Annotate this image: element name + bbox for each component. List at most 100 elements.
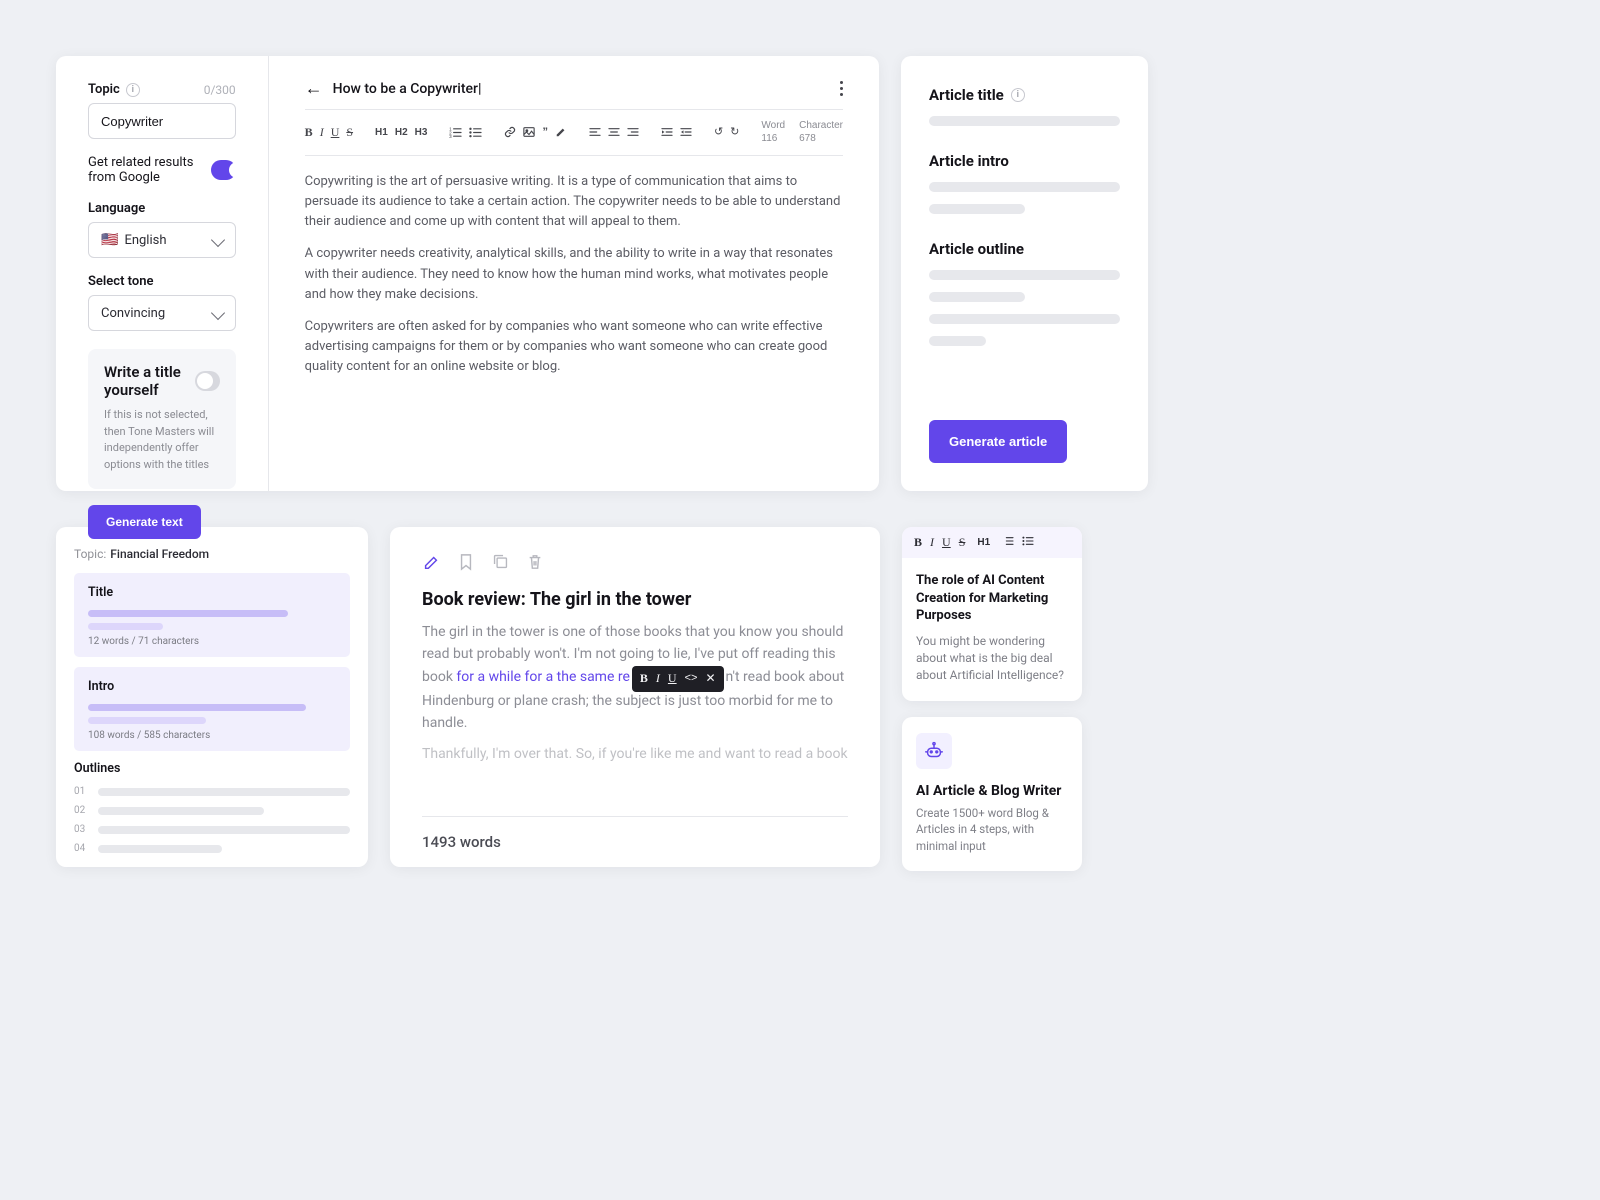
skeleton-bar [88, 704, 306, 711]
underline-icon[interactable]: U [331, 126, 340, 138]
insert-group: ” [504, 126, 567, 138]
pencil-icon[interactable] [422, 553, 440, 575]
indent-icon[interactable] [661, 127, 673, 137]
more-icon[interactable] [840, 81, 843, 96]
outdent-icon[interactable] [680, 127, 692, 137]
inline-format-toolbar[interactable]: B I U <> ✕ [632, 666, 724, 692]
code-icon[interactable]: <> [685, 670, 698, 687]
tool-card[interactable]: AI Article & Blog Writer Create 1500+ wo… [902, 717, 1082, 871]
underline-icon[interactable]: U [668, 669, 677, 688]
suggestion-title: The role of AI Content Creation for Mark… [916, 572, 1068, 625]
skeleton-bar [929, 336, 986, 346]
outline-row: 04 [74, 843, 350, 854]
align-left-icon[interactable] [589, 127, 601, 137]
outline-row: 02 [74, 805, 350, 816]
editor-body[interactable]: Copywriting is the art of persuasive wri… [305, 156, 843, 377]
title-option-toggle[interactable] [195, 371, 219, 391]
align-center-icon[interactable] [608, 127, 620, 137]
skeleton-bar [929, 270, 1120, 280]
h3-icon[interactable]: H3 [415, 127, 428, 138]
title-option-heading: Write a title yourself [104, 363, 195, 399]
trash-icon[interactable] [527, 553, 543, 575]
generator-card: Topic i 0/300 Get related results from G… [56, 56, 879, 491]
skeleton-bar [88, 623, 163, 630]
editor-toolbar: B I U S H1 H2 H3 123 [305, 110, 843, 156]
chevron-down-icon [211, 306, 225, 320]
strike-icon[interactable]: S [959, 535, 966, 550]
bold-icon[interactable]: B [305, 126, 313, 138]
skeleton-bar [88, 610, 288, 617]
ordered-list-icon[interactable] [1002, 535, 1014, 550]
language-label: Language [88, 201, 236, 216]
flag-icon: 🇺🇸 [101, 232, 118, 248]
svg-text:3: 3 [450, 134, 453, 138]
topic-counter: 0/300 [204, 83, 236, 97]
h1-icon[interactable]: H1 [977, 537, 990, 548]
bullet-list-icon[interactable] [1022, 535, 1034, 550]
highlighted-text: for a while for a the same re [456, 669, 630, 685]
text-style-group: B I U S [305, 126, 353, 138]
google-toggle[interactable] [211, 160, 236, 180]
document-tools [422, 553, 848, 575]
indent-group [661, 127, 692, 137]
bold-icon[interactable]: B [914, 535, 922, 550]
copy-icon[interactable] [492, 553, 509, 575]
editor-title[interactable]: How to be a Copywriter [333, 81, 478, 97]
bullet-list-icon[interactable] [469, 127, 482, 138]
skeleton-bar [929, 182, 1120, 192]
heading-group: H1 H2 H3 [375, 127, 427, 138]
skeleton-bar [929, 292, 1025, 302]
align-right-icon[interactable] [627, 127, 639, 137]
document-paragraph[interactable]: The girl in the tower is one of those bo… [422, 622, 848, 734]
strike-icon[interactable]: S [346, 126, 353, 138]
italic-icon[interactable]: I [320, 126, 324, 138]
suggestion-text: You might be wondering about what is the… [916, 633, 1068, 685]
chevron-down-icon [211, 233, 225, 247]
suggestion-card[interactable]: B I U S H1 The role of AI Content Creati… [902, 527, 1082, 701]
editor-stats: Word116 Character678 [761, 119, 843, 145]
article-outline-label: Article outline [929, 240, 1120, 258]
info-icon[interactable]: i [1011, 88, 1025, 102]
h1-icon[interactable]: H1 [375, 127, 388, 138]
tone-label: Select tone [88, 274, 236, 289]
outline-topic: Topic:Financial Freedom [74, 547, 350, 561]
italic-icon[interactable]: I [656, 669, 660, 688]
article-preview-card: Article title i Article intro Article ou… [901, 56, 1148, 491]
document-card: Book review: The girl in the tower The g… [390, 527, 880, 867]
underline-icon[interactable]: U [942, 535, 951, 550]
outline-card: Topic:Financial Freedom Title 12 words /… [56, 527, 368, 867]
outline-intro-section[interactable]: Intro 108 words / 585 characters [74, 667, 350, 751]
title-option-desc: If this is not selected, then Tone Maste… [104, 407, 220, 473]
language-select[interactable]: 🇺🇸English [88, 222, 236, 258]
link-icon[interactable] [504, 126, 516, 138]
back-arrow-icon[interactable]: ← [305, 78, 323, 99]
align-group [589, 127, 639, 137]
bold-icon[interactable]: B [640, 669, 648, 688]
undo-icon[interactable]: ↺ [714, 127, 723, 138]
image-icon[interactable] [523, 126, 535, 138]
redo-icon[interactable]: ↻ [730, 127, 739, 138]
h2-icon[interactable]: H2 [395, 127, 408, 138]
article-title-label: Article title i [929, 86, 1120, 104]
generate-article-button[interactable]: Generate article [929, 420, 1067, 463]
quote-icon[interactable]: ” [542, 127, 548, 138]
title-option-box: Write a title yourself If this is not se… [88, 349, 236, 489]
bookmark-icon[interactable] [458, 553, 474, 575]
tone-select[interactable]: Convincing [88, 295, 236, 331]
outline-row: 03 [74, 824, 350, 835]
skeleton-bar [88, 717, 206, 724]
list-group: 123 [449, 127, 482, 138]
tool-description: Create 1500+ word Blog & Articles in 4 s… [916, 805, 1068, 855]
edit-icon[interactable] [555, 126, 567, 138]
close-icon[interactable]: ✕ [705, 669, 715, 688]
generate-text-button[interactable]: Generate text [88, 505, 201, 539]
skeleton-bar [929, 314, 1120, 324]
outline-title-section[interactable]: Title 12 words / 71 characters [74, 573, 350, 657]
topic-input[interactable] [88, 103, 236, 139]
italic-icon[interactable]: I [930, 535, 934, 550]
ordered-list-icon[interactable]: 123 [449, 127, 462, 138]
info-icon[interactable]: i [126, 83, 140, 97]
outline-row: 01 [74, 786, 350, 797]
topic-label: Topic [88, 82, 120, 97]
skeleton-bar [929, 204, 1025, 214]
